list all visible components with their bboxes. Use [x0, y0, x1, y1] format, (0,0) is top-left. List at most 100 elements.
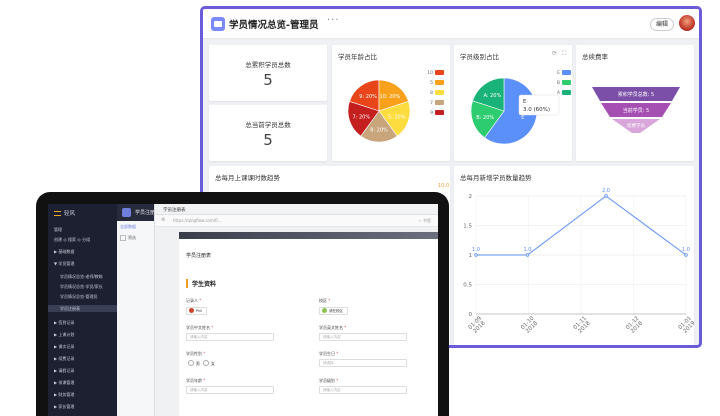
sidebar-item[interactable]: ▶ 排课管理 — [54, 380, 74, 386]
en-name-input[interactable]: 请输入内容 — [319, 333, 407, 341]
legend-swatch — [562, 70, 571, 75]
legend-label: 8 — [430, 90, 433, 96]
new-students-card: 总每月新增学员数量趋势 0 0.5 1 1.5 2 01-092018 01-102018 0… — [454, 166, 694, 345]
sidebar-item[interactable]: 创建 ◎ 搜索 ◎ 分组 — [54, 237, 90, 243]
form-body: 学员注册表 学生资料 记录人 * Phil 校区 * 请在校区 学员中文姓名 *… — [155, 227, 438, 416]
sidebar-item[interactable]: ▶ 续费记录 — [54, 356, 74, 362]
stat-card-total: 总累积学员总数 5 — [209, 45, 327, 101]
browser-tab[interactable]: 学员注册表 — [163, 207, 186, 213]
cn-name-input[interactable]: 请输入内容 — [186, 333, 274, 341]
filter-checkbox[interactable]: 筛选 — [120, 235, 136, 241]
data-point — [474, 253, 478, 257]
field-label-gender: 学员性别 * — [186, 351, 206, 356]
stat-label: 总累积学员总数 — [245, 61, 291, 69]
folder-icon — [211, 17, 225, 31]
view-panel: 全部数据 筛选 — [117, 221, 157, 416]
level-chart-card: 学员级别占比 ⟳ ⛶ E B: 20% A: 20% E B A E 3.0 (60%) — [454, 45, 572, 161]
legend-label: 10 — [427, 70, 433, 76]
view-tab[interactable]: 全部数据 — [120, 224, 136, 230]
slice-label: B: 20% — [476, 115, 494, 121]
point-label: 1.0 — [472, 247, 480, 253]
y-tick-label: 2 — [469, 194, 473, 200]
slice-label: A: 20% — [483, 93, 501, 99]
sidebar: 轻风 管理 创建 ◎ 搜索 ◎ 分组 ▶ 基础数据 ▼ 学员管理 学员情况总览-老师/教… — [48, 204, 117, 416]
level-pie-chart: EB: 20%A: 20%EBAE3.0 (60%) — [470, 70, 571, 145]
age-input[interactable]: 请输入内容 — [186, 386, 274, 394]
legend-swatch — [435, 70, 444, 75]
birthday-input[interactable]: 请选择 — [319, 359, 407, 367]
gender-radio-female[interactable]: 女 — [203, 360, 215, 367]
more-icon[interactable]: ··· — [327, 15, 340, 26]
legend-swatch — [435, 80, 444, 85]
section-title: 学生资料 — [186, 279, 216, 288]
sidebar-item[interactable]: ▶ 财务管理 — [54, 392, 74, 398]
sidebar-item[interactable]: ▶ 签到记录 — [54, 320, 74, 326]
funnel-label-2: 当前学员: 5 — [623, 107, 649, 114]
user-icon — [189, 308, 194, 313]
age-pie-chart: 9: 20% 10: 20% 5: 20% 8: 20% 7: 20% 10 5 8 7 9 — [347, 70, 444, 143]
x-tick-label: 01-102018 — [520, 315, 540, 335]
url-text[interactable]: https://qingflow.com/f/... — [173, 218, 222, 223]
funnel-label-1: 累积学员总数: 5 — [618, 91, 654, 98]
field-label-birthday: 学员生日 * — [319, 351, 339, 356]
legend-label: 9 — [430, 110, 433, 116]
sidebar-item[interactable]: ▶ 上课计划 — [54, 332, 74, 338]
renew-funnel: 累积学员总数: 5 当前学员: 5 续费学员 — [592, 87, 680, 133]
gender-radio-male[interactable]: 男 — [188, 360, 200, 367]
nav-icon[interactable]: ⊜ — [161, 217, 165, 223]
address-bar[interactable]: ⊜ https://qingflow.com/f/... ☆ 书签 — [155, 215, 438, 227]
stat-card-current: 总当前学员总数 5 — [209, 105, 327, 161]
field-label-age: 学员年龄 * — [186, 378, 206, 383]
field-label-coach: 校区 * — [319, 298, 331, 303]
point-label: 1.0 — [682, 247, 690, 253]
browser-tabbar: 学员注册表 — [155, 204, 438, 215]
x-tick-label: 01-112018 — [573, 316, 593, 336]
edit-button[interactable]: 编辑 — [650, 18, 674, 31]
laptop-screen: 轻风 管理 创建 ◎ 搜索 ◎ 分组 ▶ 基础数据 ▼ 学员管理 学员情况总览-老师/教… — [48, 204, 438, 416]
hours-value-label: 10.0 — [438, 183, 450, 189]
data-point — [525, 253, 530, 257]
sidebar-item[interactable]: ▶ 课次记录 — [54, 344, 74, 350]
slice-label: 7: 20% — [353, 115, 371, 121]
coach-chip[interactable]: 请在校区 — [319, 307, 348, 315]
form-window: 学员注册表 ⊜ https://qingflow.com/f/... ☆ 书签 … — [154, 204, 438, 416]
sidebar-item[interactable]: 管理 — [54, 227, 62, 233]
avatar[interactable] — [679, 15, 695, 31]
tooltip-value: 3.0 (60%) — [523, 107, 550, 113]
bookmark-icon[interactable]: ☆ 书签 — [418, 218, 431, 224]
x-tick-label: 01-092018 — [468, 315, 488, 335]
sidebar-item[interactable]: ▼ 学员管理 — [54, 261, 74, 267]
stat-value: 5 — [263, 71, 273, 89]
sidebar-item[interactable]: ▶ 基础数据 — [54, 249, 74, 255]
app-icon — [122, 208, 131, 217]
field-label-recorder: 记录人 * — [186, 298, 202, 303]
legend-swatch — [435, 100, 444, 105]
tooltip-name: E — [523, 99, 526, 105]
menu-icon — [54, 211, 61, 216]
slice-label: 10: 20% — [380, 94, 401, 100]
level-input[interactable]: 请输入内容 — [319, 386, 407, 394]
sidebar-item[interactable]: ▶ 家长管理 — [54, 404, 74, 410]
sidebar-item[interactable]: 学员情况总览-学员/家长 — [60, 284, 103, 290]
point-label: 1.0 — [524, 247, 532, 253]
legend-label: B — [557, 80, 560, 86]
y-tick-label: 0 — [469, 312, 473, 318]
laptop-frame: 轻风 管理 创建 ◎ 搜索 ◎ 分组 ▶ 基础数据 ▼ 学员管理 学员情况总览-老师/教… — [36, 192, 449, 416]
sidebar-item[interactable]: 学员情况总览-管理员 — [60, 294, 97, 300]
sidebar-item-active[interactable]: 学员注册表 — [48, 305, 117, 312]
y-tick-label: 1.5 — [463, 224, 472, 230]
y-tick-label: 1 — [469, 253, 473, 259]
age-chart-card: 学员年龄占比 9: 20% 10: 20% 5: 20% 8: 20% 7: 20% 10… — [332, 45, 450, 161]
recorder-chip[interactable]: Phil — [186, 307, 208, 315]
dashboard-header: 学员情况总览-管理员 ♡ ··· 编辑 — [203, 9, 699, 39]
slice-label: 9: 20% — [359, 94, 377, 100]
point-label: 2.0 — [602, 188, 610, 194]
card-title: 总每月上课课时数趋势 — [215, 174, 280, 182]
sidebar-item[interactable]: 学员情况总览-老师/教练 — [60, 274, 103, 280]
stat-label: 总当前学员总数 — [245, 121, 291, 129]
legend-swatch — [435, 110, 444, 115]
promo-canvas: 学员情况总览-管理员 ♡ ··· 编辑 总累积学员总数 5 总当前学员总数 5 … — [0, 0, 720, 416]
sidebar-item[interactable]: ▶ 请假记录 — [54, 368, 74, 374]
favorite-icon[interactable]: ♡ — [309, 17, 317, 27]
x-tick-label: 01-012019 — [678, 316, 694, 336]
